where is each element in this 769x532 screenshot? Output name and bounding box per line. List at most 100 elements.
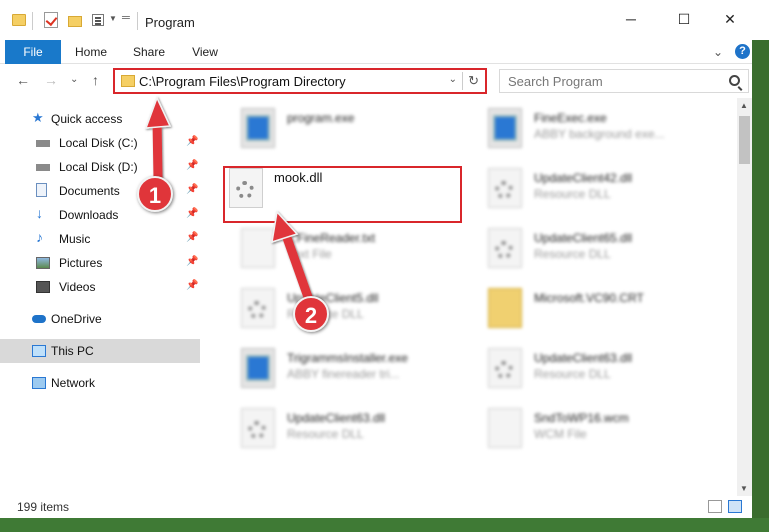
forward-button[interactable]: → [44,72,58,88]
sidebar-item-local-disk-d[interactable]: Local Disk (D:) 📌 [0,156,200,178]
pin-icon: 📌 [186,256,199,267]
item-count: 199 items [17,500,70,514]
pin-icon: 📌 [186,232,199,243]
file-item[interactable]: UpdateClient63.dll Resource DLL [216,398,466,454]
address-path[interactable]: C:\Program Files\Program Directory [139,74,346,89]
address-bar[interactable]: C:\Program Files\Program Directory ⌄ ↻ [113,68,487,94]
sidebar-item-onedrive[interactable]: OneDrive [0,308,200,330]
close-button[interactable]: ✕ [719,8,741,30]
file-item[interactable]: ...FineReader.txt Text File [216,218,466,274]
back-button[interactable]: ← [16,72,30,88]
help-icon[interactable]: ? [735,44,750,59]
quick-access-toolbar-dropdown[interactable]: ▼ [109,14,117,23]
tab-share[interactable]: Share [127,40,171,64]
sidebar-item-label: Local Disk (D:) [59,160,138,174]
large-icons-view-icon[interactable] [728,500,742,513]
sidebar-item-videos[interactable]: Videos 📌 [0,276,200,298]
expand-ribbon-icon[interactable]: ⌄ [713,45,723,59]
file-item[interactable]: UpdateClient5.dll Resource DLL [216,278,466,334]
customize-toolbar-icon[interactable]: ═ [122,12,130,24]
file-type: Resource DLL [534,367,611,381]
search-input[interactable]: Search Program [499,69,749,93]
sidebar-item-label: OneDrive [51,312,102,326]
window-title: Program [145,15,195,30]
file-name: UpdateClient65.dll [534,231,633,245]
minimize-button[interactable]: ─ [620,8,642,30]
scroll-up-icon[interactable]: ▲ [740,101,748,110]
documents-icon [36,183,47,197]
folder-icon [121,75,135,87]
vertical-scrollbar[interactable]: ▲ ▼ [737,98,752,496]
sidebar-item-local-disk-c[interactable]: Local Disk (C:) 📌 [0,132,200,154]
sidebar-item-label: This PC [51,344,94,358]
title-bar: ▼ ═ Program ─ ☐ ✕ [0,0,769,40]
tab-view[interactable]: View [186,40,224,64]
ribbon-tabs: File Home Share View ⌄ ? [0,40,769,64]
tab-file[interactable]: File [5,40,61,64]
maximize-button[interactable]: ☐ [673,8,695,30]
sidebar-item-network[interactable]: Network [0,372,200,394]
desktop-background [0,518,769,532]
desktop-background [752,40,769,532]
file-type: Resource DLL [287,427,364,441]
sidebar-item-label: Network [51,376,96,390]
drive-icon [36,164,50,171]
tab-home[interactable]: Home [70,40,112,64]
file-item[interactable]: UpdateClient42.dll Resource DLL [463,158,713,214]
refresh-button[interactable]: ↻ [468,73,479,89]
scroll-down-icon[interactable]: ▼ [740,484,748,493]
details-view-icon[interactable] [708,500,722,513]
search-placeholder: Search Program [508,74,603,89]
highlight-box-mook-dll [223,166,462,223]
downloads-icon: ↓ [36,205,43,221]
sidebar-item-pictures[interactable]: Pictures 📌 [0,252,200,274]
sidebar-item-downloads[interactable]: ↓ Downloads 📌 [0,204,200,226]
pin-icon: 📌 [186,136,199,147]
exe-file-icon [488,108,522,148]
address-dropdown-icon[interactable]: ⌄ [449,74,457,85]
step-marker-1: 1 [137,176,173,212]
scroll-thumb[interactable] [739,116,750,164]
divider [462,72,463,90]
file-name: ...FineReader.txt [287,231,376,245]
status-bar: 199 items [0,496,752,518]
search-icon[interactable] [729,75,740,86]
file-type: ABBY finereader tri... [287,367,400,381]
divider [137,12,138,30]
divider [32,12,33,30]
properties-check-icon[interactable] [44,12,58,28]
pin-icon: 📌 [186,160,199,171]
sidebar-item-this-pc[interactable]: This PC [0,339,200,363]
file-list: program.exe FineExec.exe ABBY background… [201,98,737,496]
file-item[interactable]: UpdateClient63.dll Resource DLL [463,338,713,394]
file-item[interactable]: Microsoft.VC90.CRT [463,278,713,334]
dll-gear-icon [488,228,522,268]
file-item[interactable]: TrigrammsInstaller.exe ABBY finereader t… [216,338,466,394]
exe-file-icon [241,108,275,148]
file-name: program.exe [287,111,355,125]
file-item[interactable]: FineExec.exe ABBY background exe... [463,98,713,154]
sidebar-item-music[interactable]: ♪ Music 📌 [0,228,200,250]
file-item[interactable]: UpdateClient65.dll Resource DLL [463,218,713,274]
file-explorer-window: ▼ ═ Program ─ ☐ ✕ File Home Share View ⌄… [0,0,769,532]
file-name: UpdateClient63.dll [534,351,633,365]
dll-gear-icon [488,168,522,208]
text-file-icon [241,228,275,268]
exe-file-icon [241,348,275,388]
computer-icon [32,345,46,357]
sidebar-item-label: Documents [59,184,120,198]
up-button[interactable]: ↑ [92,72,99,88]
pictures-icon [36,257,50,269]
file-name: FineExec.exe [534,111,607,125]
folder-icon[interactable] [12,14,26,26]
file-item[interactable]: program.exe [216,98,466,154]
step-marker-2: 2 [293,296,329,332]
new-folder-icon[interactable] [68,16,82,27]
file-item[interactable]: SndToWP16.wcm WCM File [463,398,713,454]
recent-locations-dropdown[interactable]: ⌄ [70,74,78,85]
sidebar-item-quick-access[interactable]: ★ Quick access [0,108,200,130]
pin-icon: 📌 [186,184,199,195]
sidebar-item-label: Music [59,232,91,246]
pin-icon: 📌 [186,208,199,219]
properties-icon[interactable] [92,14,104,26]
